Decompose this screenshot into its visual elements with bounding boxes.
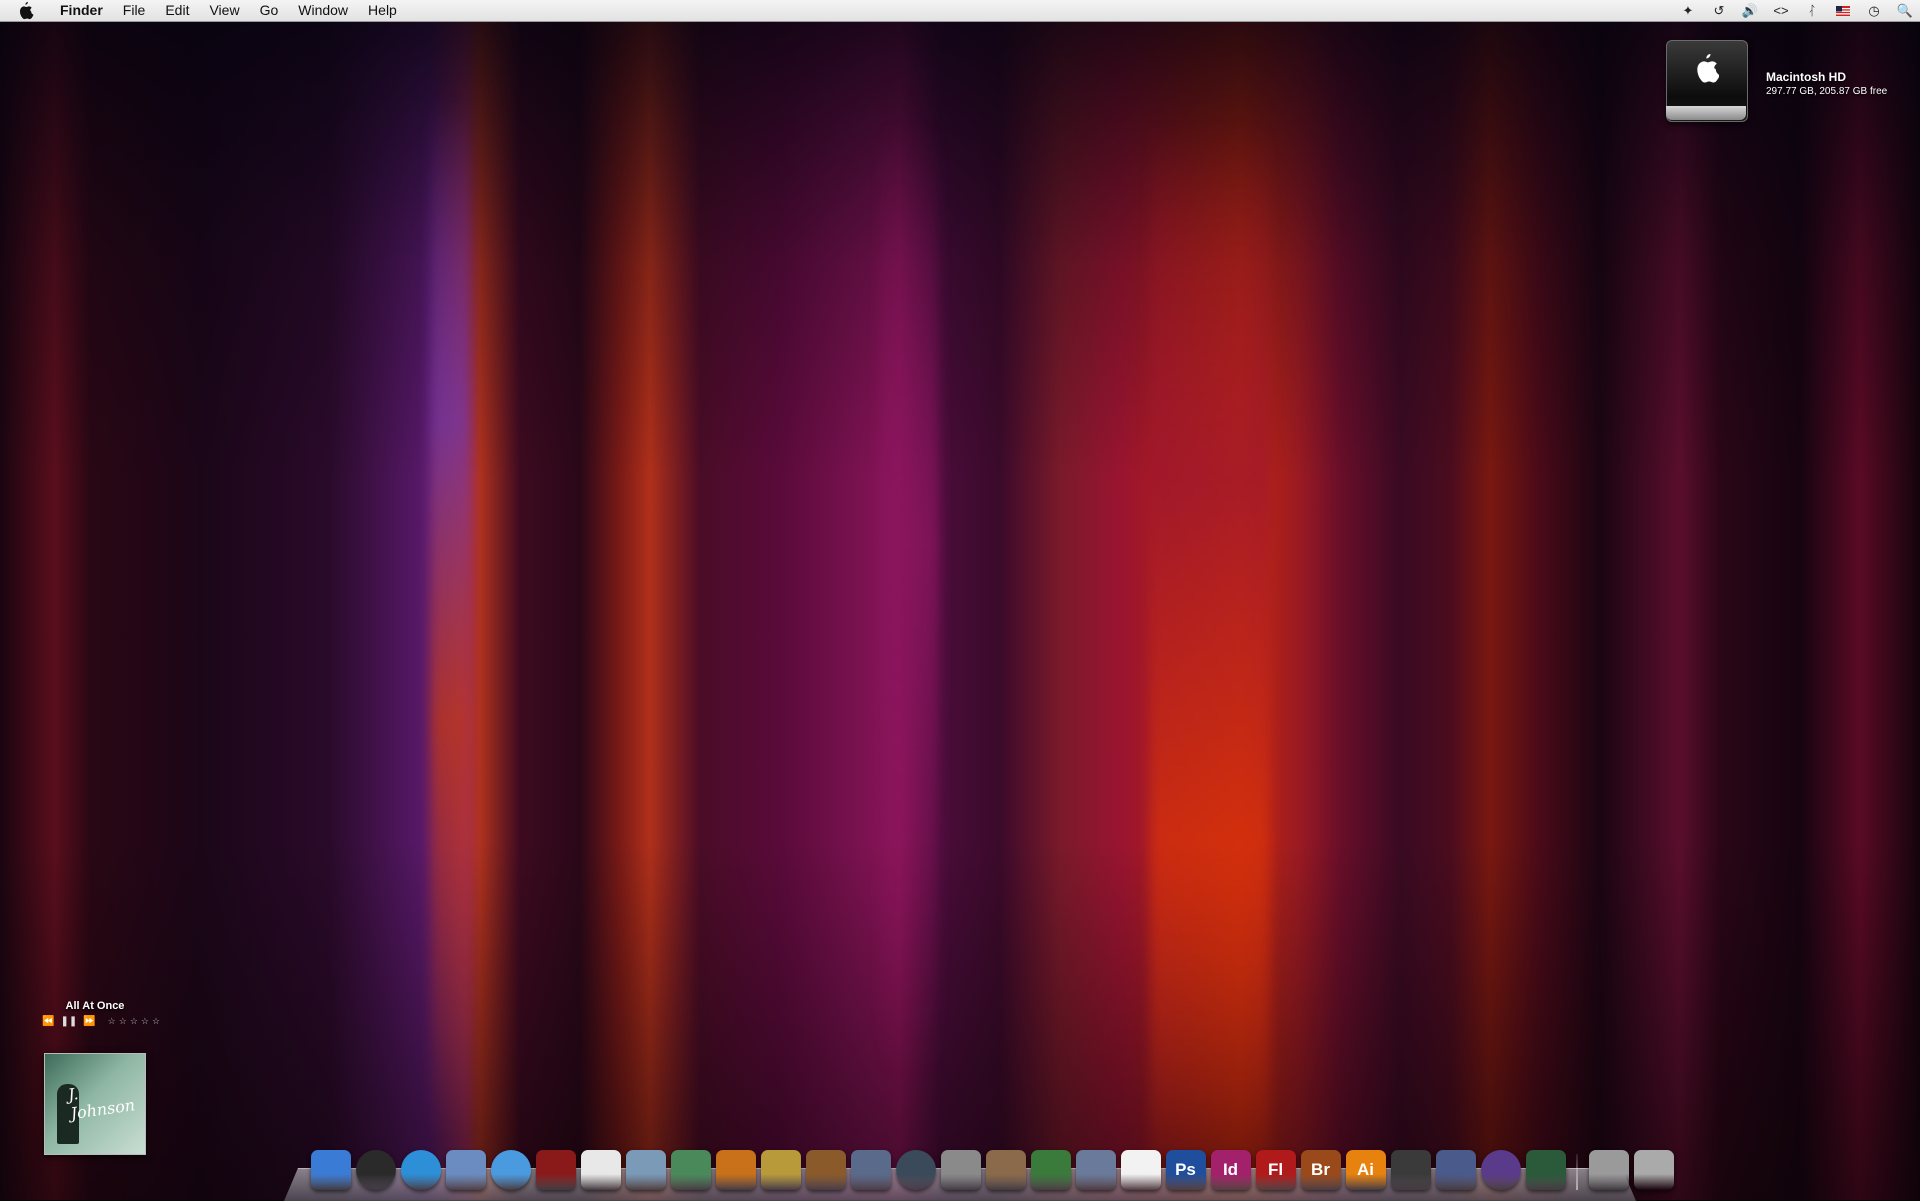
mail-icon[interactable] (445, 1150, 486, 1190)
album-artwork[interactable]: J. Johnson (44, 1053, 146, 1155)
wallpaper-streak (880, 0, 940, 1200)
clock-icon[interactable]: ◷ (1865, 2, 1883, 20)
downloads-stack-icon[interactable] (1588, 1150, 1629, 1190)
growl-icon[interactable]: ✦ (1679, 2, 1697, 20)
star-icon[interactable]: ☆ (152, 1016, 160, 1027)
apple-menu-icon[interactable] (18, 1, 34, 20)
illustrator-icon[interactable]: Ai (1345, 1150, 1386, 1190)
acrobat-icon[interactable] (1120, 1150, 1161, 1190)
drive-name: Macintosh HD (1766, 70, 1847, 84)
safari-icon[interactable] (400, 1150, 441, 1190)
bridge-label: Br (1311, 1160, 1330, 1179)
dashboard-icon[interactable] (355, 1150, 396, 1190)
script-icon[interactable]: <> (1772, 2, 1790, 20)
star-icon[interactable]: ☆ (130, 1016, 138, 1027)
menu-bar: Finder File Edit View Go Window Help ✦ ↺… (0, 0, 1920, 22)
drive-base (1666, 106, 1746, 120)
motion-icon[interactable] (1480, 1150, 1521, 1190)
status-area: ✦ ↺ 🔊 <> ᛮ ◷ 🔍 (1679, 0, 1914, 21)
apple-logo-icon (1697, 54, 1719, 83)
dictionary-icon[interactable] (535, 1150, 576, 1190)
menu-file[interactable]: File (113, 0, 156, 21)
wallpaper-streak (1150, 0, 1270, 1200)
track-title: All At Once (65, 1000, 125, 1012)
menu-edit[interactable]: Edit (155, 0, 199, 21)
star-icon[interactable]: ☆ (119, 1016, 127, 1027)
photoshop-icon[interactable]: Ps (1165, 1150, 1206, 1190)
flash-icon[interactable]: Fl (1255, 1150, 1296, 1190)
flash-label: Fl (1267, 1160, 1284, 1179)
rating-stars[interactable]: ☆ ☆ ☆ ☆ ☆ (108, 1016, 160, 1027)
menu-go[interactable]: Go (250, 0, 289, 21)
desktop-wallpaper (0, 0, 1920, 1200)
time-machine-icon[interactable]: ↺ (1710, 2, 1728, 20)
image-capture-icon[interactable] (715, 1150, 756, 1190)
time-machine-icon[interactable] (895, 1150, 936, 1190)
volume-icon[interactable]: 🔊 (1741, 2, 1759, 20)
wallpaper-streak (430, 0, 470, 1200)
final-cut-icon[interactable] (1390, 1150, 1431, 1190)
indesign-icon[interactable]: Id (1210, 1150, 1251, 1190)
flag-icon[interactable] (1834, 2, 1852, 20)
album-signature: J. Johnson (66, 1084, 137, 1124)
star-icon[interactable]: ☆ (141, 1016, 149, 1027)
drive-label[interactable]: Macintosh HD 297.77 GB, 205.87 GB free (1766, 70, 1887, 97)
system-preferences-icon[interactable] (940, 1150, 981, 1190)
livetype-icon[interactable] (1435, 1150, 1476, 1190)
drive-info: 297.77 GB, 205.87 GB free (1766, 86, 1888, 97)
macintosh-hd-icon[interactable] (1666, 40, 1750, 124)
star-icon[interactable]: ☆ (108, 1016, 116, 1027)
ichat-icon[interactable] (490, 1150, 531, 1190)
indesign-label: Id (1222, 1160, 1239, 1179)
preview-icon[interactable] (625, 1150, 666, 1190)
dock-separator (1576, 1154, 1578, 1190)
imovie-icon[interactable] (760, 1150, 801, 1190)
dock: Ps Id Fl Br Ai (308, 1142, 1676, 1190)
bridge-icon[interactable]: Br (1300, 1150, 1341, 1190)
spaces-icon[interactable] (850, 1150, 891, 1190)
finder-icon[interactable] (310, 1150, 351, 1190)
garageband-icon[interactable] (805, 1150, 846, 1190)
bluetooth-icon[interactable]: ᛮ (1803, 2, 1821, 20)
illustrator-label: Ai (1357, 1160, 1374, 1179)
pause-icon[interactable]: ❚❚ (60, 1016, 77, 1027)
photoshop-label: Ps (1175, 1160, 1196, 1179)
menu-app-name[interactable]: Finder (50, 0, 113, 21)
trash-icon[interactable] (1633, 1150, 1674, 1190)
previous-track-icon[interactable]: ⏪ (42, 1016, 54, 1027)
itunes-controls: ⏪ ❚❚ ⏩ ☆ ☆ ☆ ☆ ☆ (42, 1016, 160, 1027)
spotlight-icon[interactable]: 🔍 (1896, 2, 1914, 20)
iphoto-icon[interactable] (670, 1150, 711, 1190)
keynote-icon[interactable] (985, 1150, 1026, 1190)
ical-icon[interactable] (580, 1150, 621, 1190)
soundtrack-icon[interactable] (1525, 1150, 1566, 1190)
numbers-icon[interactable] (1030, 1150, 1071, 1190)
menu-help[interactable]: Help (358, 0, 407, 21)
next-track-icon[interactable]: ⏩ (83, 1016, 95, 1027)
menu-window[interactable]: Window (288, 0, 358, 21)
menu-view[interactable]: View (199, 0, 249, 21)
pages-icon[interactable] (1075, 1150, 1116, 1190)
